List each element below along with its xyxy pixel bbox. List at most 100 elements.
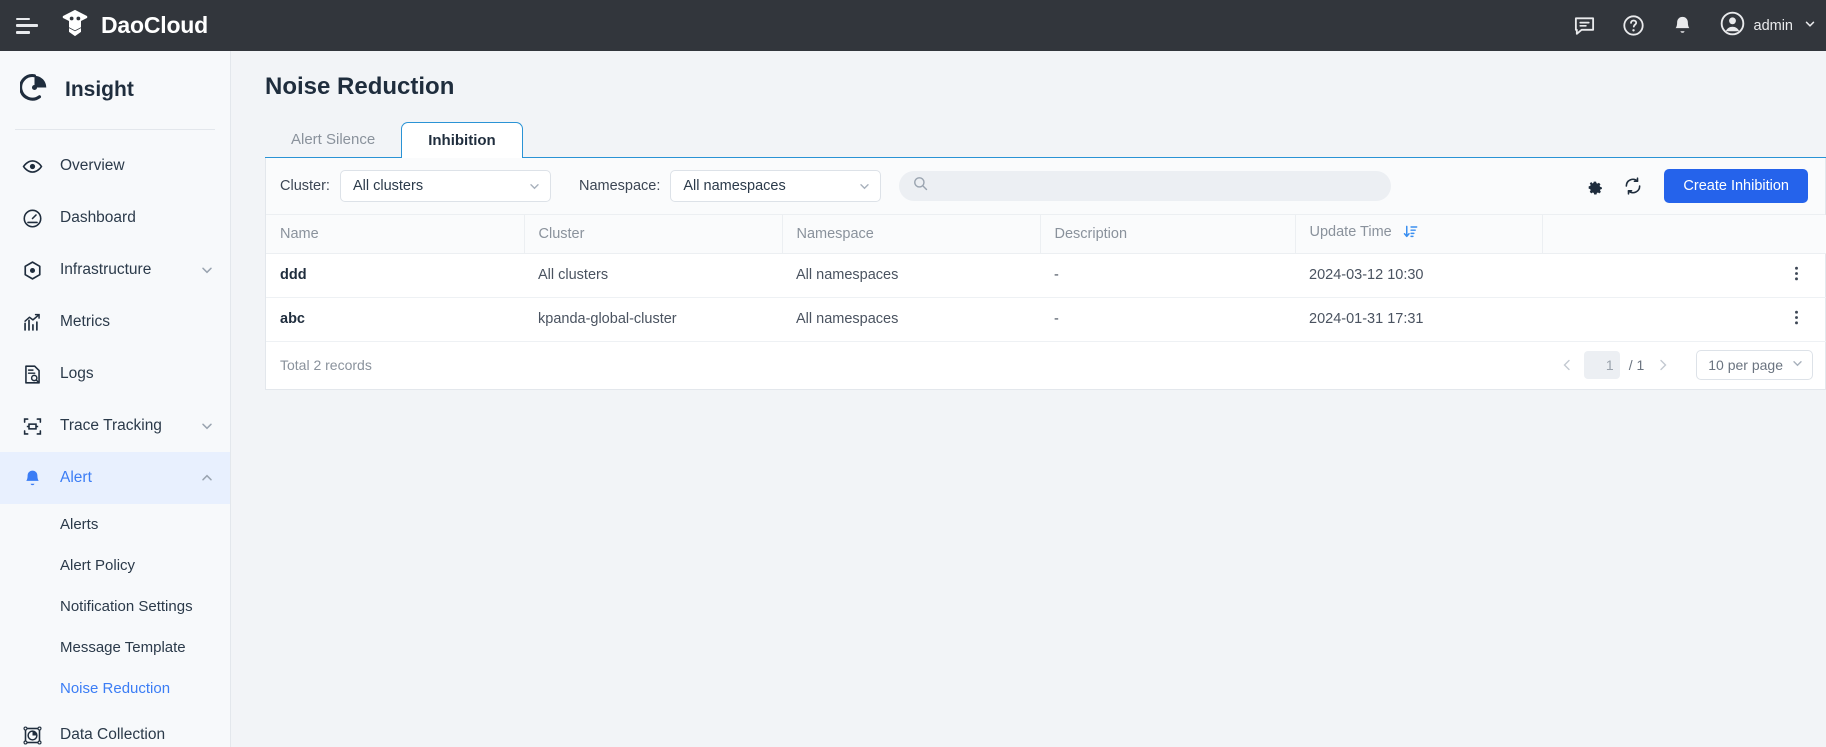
table-row[interactable]: abc kpanda-global-cluster All namespaces… (266, 297, 1826, 341)
sidebar-item-infrastructure[interactable]: Infrastructure (0, 244, 230, 296)
sidebar-item-label: Trace Tracking (60, 417, 162, 435)
cell-cluster: kpanda-global-cluster (524, 297, 782, 341)
product-home-link[interactable]: Insight (0, 51, 230, 129)
brand[interactable]: DaoCloud (60, 8, 208, 43)
sidebar-item-label: Dashboard (60, 209, 136, 227)
sidebar-nav: Overview Dashboard Infrastructure (0, 130, 230, 747)
daocloud-cube-logo (60, 8, 90, 43)
sidebar-item-label: Alert (60, 469, 92, 487)
chevron-left-icon[interactable] (1554, 352, 1580, 378)
inhibition-table: Name Cluster Namespace Description Updat… (266, 215, 1826, 342)
gauge-icon (20, 208, 44, 229)
gear-icon[interactable] (1584, 176, 1604, 196)
page-title: Noise Reduction (265, 73, 1826, 101)
column-header-cluster[interactable]: Cluster (524, 215, 782, 253)
sidebar-item-alert[interactable]: Alert (0, 452, 230, 504)
page-size-select[interactable]: 10 per page (1696, 350, 1813, 380)
search-input[interactable] (937, 178, 1377, 194)
chevron-down-icon (1783, 357, 1804, 373)
sidebar-item-label: Logs (60, 365, 94, 383)
hamburger-icon[interactable] (16, 18, 38, 34)
table-footer: Total 2 records / 1 10 per page (266, 342, 1825, 389)
cell-name: ddd (266, 253, 524, 297)
cluster-select-value: All clusters (353, 178, 520, 194)
chevron-down-icon (528, 180, 541, 193)
create-inhibition-button[interactable]: Create Inhibition (1664, 169, 1808, 203)
sidebar-item-message-template[interactable]: Message Template (0, 627, 230, 668)
cell-update-time: 2024-03-12 10:30 (1295, 253, 1542, 297)
sidebar-item-noise-reduction[interactable]: Noise Reduction (0, 668, 230, 709)
help-icon[interactable] (1622, 14, 1645, 37)
sidebar-item-alert-policy[interactable]: Alert Policy (0, 545, 230, 586)
sidebar-item-label: Data Collection (60, 726, 165, 744)
cell-name: abc (266, 297, 524, 341)
column-header-description[interactable]: Description (1040, 215, 1295, 253)
kebab-menu-icon[interactable] (1788, 265, 1805, 282)
sidebar-item-label: Metrics (60, 313, 110, 331)
chevron-down-icon (1804, 17, 1816, 35)
user-menu[interactable]: admin (1720, 11, 1817, 41)
column-header-update-time-label: Update Time (1310, 224, 1392, 240)
filter-actions: Create Inhibition (1584, 169, 1808, 203)
page-total-label: / 1 (1629, 357, 1645, 373)
tab-bar: Alert Silence Inhibition (265, 122, 1826, 158)
column-header-actions (1542, 215, 1826, 253)
namespace-filter-label: Namespace: (579, 178, 660, 194)
sidebar-subitem-label: Message Template (60, 639, 186, 656)
chevron-up-icon[interactable] (200, 471, 214, 485)
sidebar-item-trace-tracking[interactable]: Trace Tracking (0, 400, 230, 452)
eye-icon (20, 156, 44, 177)
hexagon-icon (20, 260, 44, 281)
column-header-name[interactable]: Name (266, 215, 524, 253)
cluster-select[interactable]: All clusters (340, 170, 551, 202)
sidebar-item-dashboard[interactable]: Dashboard (0, 192, 230, 244)
search-box[interactable] (899, 171, 1391, 201)
sidebar-subitem-label: Alerts (60, 516, 98, 533)
cell-actions (1542, 253, 1826, 297)
total-records-label: Total 2 records (280, 357, 372, 373)
chevron-right-icon[interactable] (1650, 352, 1676, 378)
trace-icon (20, 416, 44, 437)
cell-namespace: All namespaces (782, 297, 1040, 341)
sort-descending-icon[interactable] (1403, 227, 1418, 243)
search-icon (913, 176, 928, 196)
column-header-update-time[interactable]: Update Time (1295, 215, 1542, 253)
kebab-menu-icon[interactable] (1788, 309, 1805, 326)
tab-alert-silence[interactable]: Alert Silence (265, 122, 401, 158)
column-header-namespace[interactable]: Namespace (782, 215, 1040, 253)
page-number-input[interactable] (1584, 351, 1620, 379)
top-bar: DaoCloud (0, 0, 1826, 51)
namespace-select[interactable]: All namespaces (670, 170, 881, 202)
user-name: admin (1754, 18, 1794, 34)
sidebar-item-notification-settings[interactable]: Notification Settings (0, 586, 230, 627)
sidebar-subitem-label: Noise Reduction (60, 680, 170, 697)
bell-icon[interactable] (1671, 14, 1694, 37)
sidebar-item-data-collection[interactable]: Data Collection (0, 709, 230, 747)
brand-name: DaoCloud (101, 12, 208, 39)
cell-namespace: All namespaces (782, 253, 1040, 297)
table-header-row: Name Cluster Namespace Description Updat… (266, 215, 1826, 253)
cell-actions (1542, 297, 1826, 341)
cell-description: - (1040, 297, 1295, 341)
chevron-down-icon (858, 180, 871, 193)
content-card: Cluster: All clusters Namespace: All nam… (265, 158, 1826, 390)
sidebar-item-overview[interactable]: Overview (0, 140, 230, 192)
product-name: Insight (65, 78, 134, 102)
sidebar-item-label: Infrastructure (60, 261, 151, 279)
page-size-value: 10 per page (1708, 357, 1783, 373)
sidebar: Insight Overview Dashboard (0, 51, 231, 747)
sidebar-item-metrics[interactable]: Metrics (0, 296, 230, 348)
table-row[interactable]: ddd All clusters All namespaces - 2024-0… (266, 253, 1826, 297)
sidebar-item-logs[interactable]: Logs (0, 348, 230, 400)
log-search-icon (20, 364, 44, 385)
cluster-filter-label: Cluster: (280, 178, 330, 194)
cell-description: - (1040, 253, 1295, 297)
tab-inhibition[interactable]: Inhibition (401, 122, 522, 158)
chevron-down-icon[interactable] (200, 263, 214, 277)
sidebar-item-alerts[interactable]: Alerts (0, 504, 230, 545)
chevron-down-icon[interactable] (200, 419, 214, 433)
table-head: Name Cluster Namespace Description Updat… (266, 215, 1826, 253)
message-icon[interactable] (1573, 14, 1596, 37)
refresh-icon[interactable] (1623, 176, 1643, 196)
insight-logo (20, 73, 49, 107)
